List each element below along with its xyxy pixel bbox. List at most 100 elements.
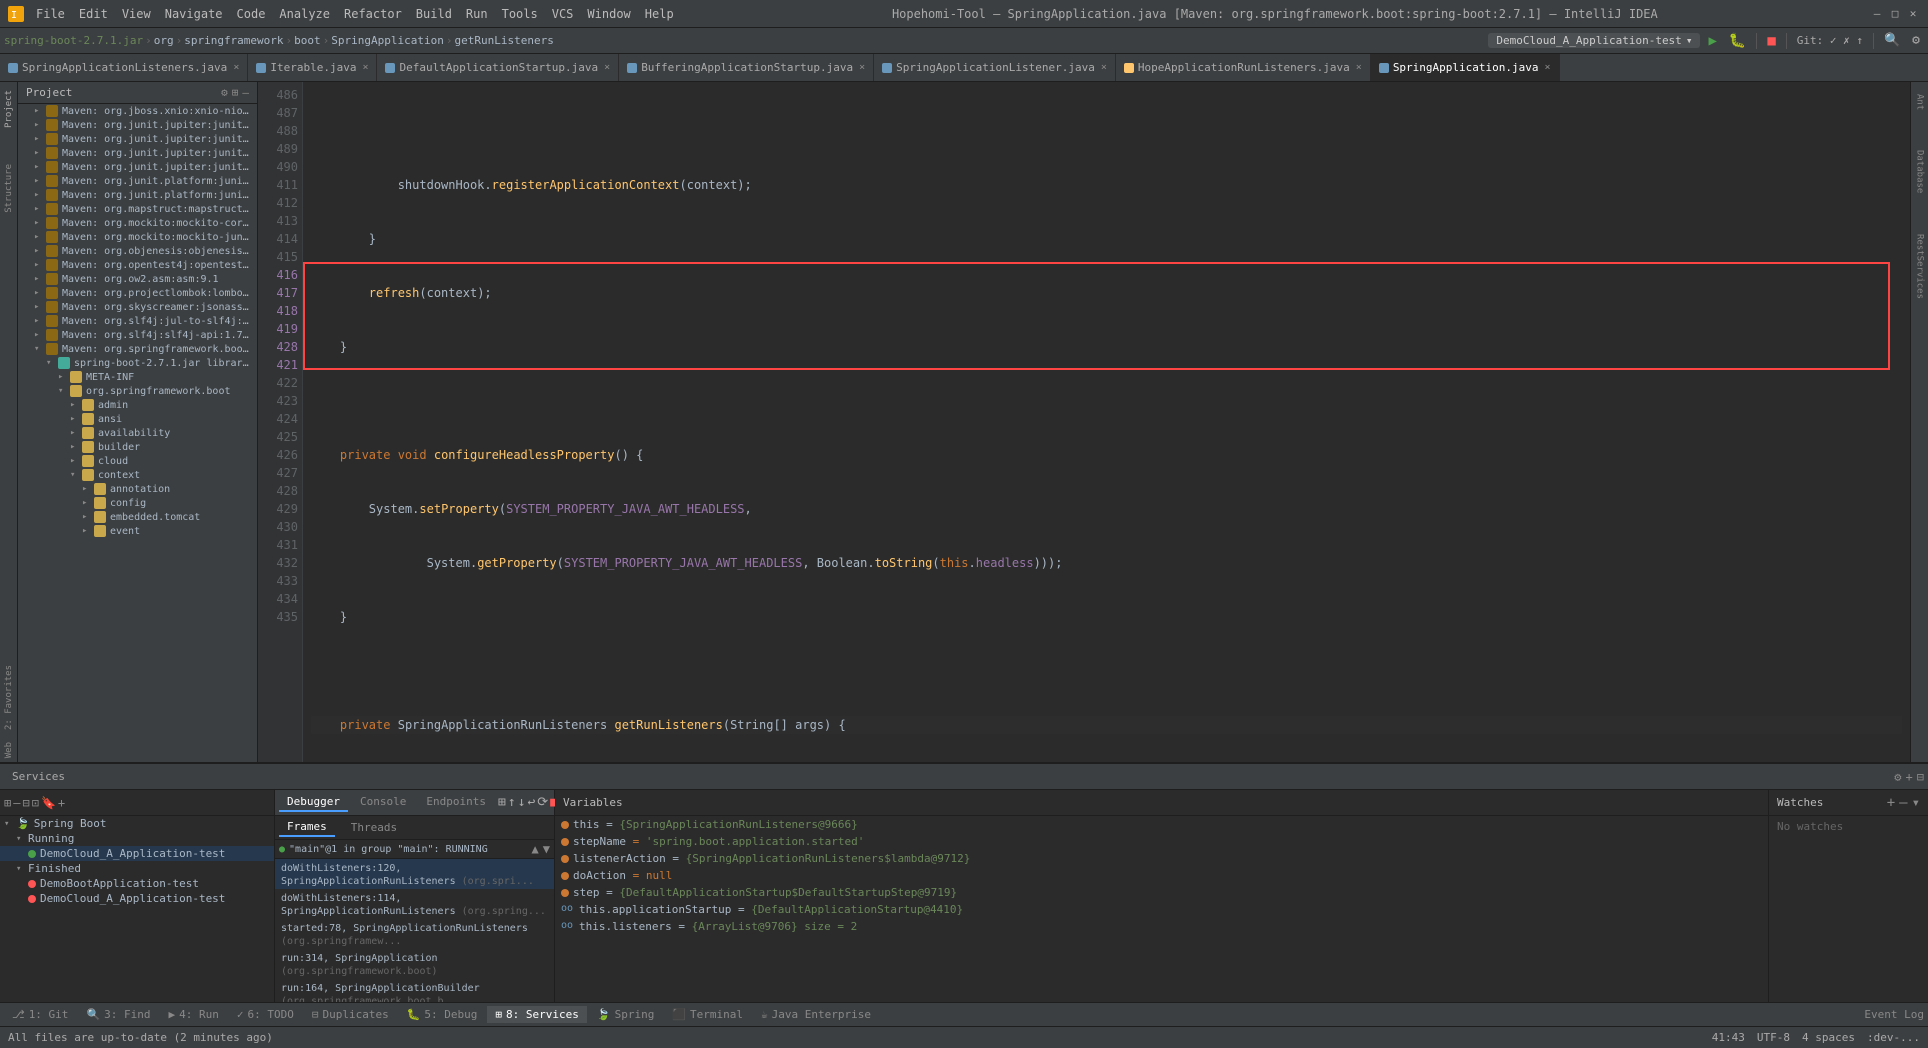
menu-refactor[interactable]: Refactor <box>338 5 408 23</box>
sidebar-item-mockito-core[interactable]: ▸ Maven: org.mockito:mockito-core:4.5.1 <box>18 216 257 230</box>
sidebar-item-admin[interactable]: ▸ admin <box>18 398 257 412</box>
bottom-tab-debug[interactable]: 🐛 5: Debug <box>399 1006 486 1023</box>
structure-rail-icon[interactable]: Structure <box>4 160 14 217</box>
tab-spring-application[interactable]: SpringApplication.java × <box>1371 54 1560 81</box>
git-branch-label[interactable]: :dev-... <box>1867 1031 1920 1044</box>
menu-help[interactable]: Help <box>639 5 680 23</box>
debug-icon1[interactable]: ⊞ <box>498 795 506 810</box>
menu-navigate[interactable]: Navigate <box>159 5 229 23</box>
debug-icon3[interactable]: ↓ <box>518 795 526 810</box>
maximize-button[interactable]: □ <box>1888 7 1902 21</box>
sidebar-item-config[interactable]: ▸ config <box>18 496 257 510</box>
var-this-app-startup[interactable]: oo this.applicationStartup = {DefaultApp… <box>555 901 1768 918</box>
breadcrumb-part-0[interactable]: spring-boot-2.7.1.jar <box>4 34 143 47</box>
sidebar-item-mockito-junit[interactable]: ▸ Maven: org.mockito:mockito-junit-jupit… <box>18 230 257 244</box>
menu-edit[interactable]: Edit <box>73 5 114 23</box>
sidebar-item-junit-jupiter-params[interactable]: ▸ Maven: org.junit.jupiter:junit-jupiter… <box>18 160 257 174</box>
sidebar-collapse-icon[interactable]: — <box>242 86 249 99</box>
watches-expand-button[interactable]: ▾ <box>1912 795 1920 811</box>
web-rail-icon[interactable]: Web <box>4 742 14 758</box>
line-separator-label[interactable]: 4 spaces <box>1802 1031 1855 1044</box>
sidebar-item-opentest4j[interactable]: ▸ Maven: org.opentest4j:opentest4j:1.2.0 <box>18 258 257 272</box>
services-spring-boot[interactable]: ▾ 🍃 Spring Boot <box>0 816 274 831</box>
frame-3[interactable]: run:314, SpringApplication (org.springfr… <box>275 949 554 979</box>
debug-icon2[interactable]: ↑ <box>508 795 516 810</box>
thread-nav-down[interactable]: ▼ <box>543 842 550 856</box>
var-step-name[interactable]: stepName = 'spring.boot.application.star… <box>555 833 1768 850</box>
event-log-button[interactable]: Event Log <box>1864 1008 1924 1021</box>
sidebar-item-context[interactable]: ▾ context <box>18 468 257 482</box>
sidebar-item-availability[interactable]: ▸ availability <box>18 426 257 440</box>
sidebar-item-slf4j-api[interactable]: ▸ Maven: org.slf4j:slf4j-api:1.7.36 <box>18 328 257 342</box>
frame-0[interactable]: doWithListeners:120, SpringApplicationRu… <box>275 859 554 889</box>
sidebar-item-ansi[interactable]: ▸ ansi <box>18 412 257 426</box>
tab-close-icon[interactable]: × <box>233 62 239 73</box>
services-filter-icon[interactable]: ⊡ <box>32 796 39 810</box>
tab-hope-app-run-listeners[interactable]: HopeApplicationRunListeners.java × <box>1116 54 1371 81</box>
database-icon[interactable]: Database <box>1913 142 1927 201</box>
tab-iterable[interactable]: Iterable.java × <box>248 54 377 81</box>
sidebar-item-asm[interactable]: ▸ Maven: org.ow2.asm:asm:9.1 <box>18 272 257 286</box>
sidebar-item-lombok[interactable]: ▸ Maven: org.projectlombok:lombok:1.18.2… <box>18 286 257 300</box>
services-settings-icon[interactable]: ⚙ <box>1894 770 1901 784</box>
menu-vcs[interactable]: VCS <box>546 5 580 23</box>
breadcrumb-part-1[interactable]: org <box>154 34 174 47</box>
settings-button[interactable]: ⚙ <box>1908 32 1924 49</box>
tab-close-icon[interactable]: × <box>604 62 610 73</box>
search-everywhere-button[interactable]: 🔍 <box>1880 32 1904 49</box>
services-democlouda-running[interactable]: DemoCloud_A_Application-test <box>0 846 274 861</box>
var-this-listeners[interactable]: oo this.listeners = {ArrayList@9706} siz… <box>555 918 1768 935</box>
menu-code[interactable]: Code <box>231 5 272 23</box>
favorites-rail-icon[interactable]: 2: Favorites <box>4 661 14 734</box>
code-editor[interactable]: 486 487 488 489 490 411 412 413 414 415 … <box>258 82 1910 762</box>
breadcrumb-part-3[interactable]: boot <box>294 34 321 47</box>
sidebar-item-junit-jupiter[interactable]: ▸ Maven: org.junit.jupiter:junit-jupiter… <box>18 118 257 132</box>
tab-buffering-app-startup[interactable]: BufferingApplicationStartup.java × <box>619 54 874 81</box>
sidebar-item-spring-boot-jar[interactable]: ▾ spring-boot-2.7.1.jar library root <box>18 356 257 370</box>
sidebar-item-xnio[interactable]: ▸ Maven: org.jboss.xnio:xnio-nio:3.8.7.F… <box>18 104 257 118</box>
bottom-tab-find[interactable]: 🔍 3: Find <box>78 1006 158 1023</box>
sidebar-item-meta-inf[interactable]: ▸ META-INF <box>18 370 257 384</box>
menu-tools[interactable]: Tools <box>496 5 544 23</box>
debug-icon4[interactable]: ↩ <box>527 795 535 810</box>
tab-close-icon[interactable]: × <box>1101 62 1107 73</box>
sidebar-item-jsonassert[interactable]: ▸ Maven: org.skyscreamer:jsonassert:1.5.… <box>18 300 257 314</box>
var-listener-action[interactable]: listenerAction = {SpringApplicationRunLi… <box>555 850 1768 867</box>
code-content[interactable]: shutdownHook.registerApplicationContext(… <box>303 82 1910 762</box>
encoding-label[interactable]: UTF-8 <box>1757 1031 1790 1044</box>
breadcrumb-part-4[interactable]: SpringApplication <box>331 34 444 47</box>
frame-4[interactable]: run:164, SpringApplicationBuilder (org.s… <box>275 979 554 1002</box>
threads-tab[interactable]: Threads <box>343 819 405 836</box>
sidebar-expand-icon[interactable]: ⊞ <box>232 86 239 99</box>
sidebar-item-objenesis[interactable]: ▸ Maven: org.objenesis:objenesis:2.6 <box>18 244 257 258</box>
tab-close-icon[interactable]: × <box>859 62 865 73</box>
thread-nav-up[interactable]: ▲ <box>532 842 539 856</box>
menu-run[interactable]: Run <box>460 5 494 23</box>
tab-default-app-startup[interactable]: DefaultApplicationStartup.java × <box>377 54 619 81</box>
menu-build[interactable]: Build <box>410 5 458 23</box>
sidebar-settings-icon[interactable]: ⚙ <box>221 86 228 99</box>
watches-collapse-button[interactable]: — <box>1899 795 1907 811</box>
debugger-tab[interactable]: Debugger <box>279 793 348 812</box>
restservices-icon[interactable]: RestServices <box>1913 226 1927 307</box>
menu-analyze[interactable]: Analyze <box>273 5 336 23</box>
sidebar-item-embedded-tomcat[interactable]: ▸ embedded.tomcat <box>18 510 257 524</box>
thread-selector[interactable]: ● "main"@1 in group "main": RUNNING ▲ ▼ <box>275 840 554 859</box>
sidebar-item-junit-jupiter-api[interactable]: ▸ Maven: org.junit.jupiter:junit-jupiter… <box>18 132 257 146</box>
bottom-tab-spring[interactable]: 🍃 Spring <box>589 1006 662 1023</box>
sidebar-item-annotation[interactable]: ▸ annotation <box>18 482 257 496</box>
var-this[interactable]: this = {SpringApplicationRunListeners@96… <box>555 816 1768 833</box>
bottom-tab-services[interactable]: ⊞ 8: Services <box>487 1006 586 1023</box>
services-add-icon[interactable]: + <box>1906 770 1913 784</box>
debug-icon5[interactable]: ⟳ <box>537 795 548 810</box>
sidebar-item-junit-platform-commons[interactable]: ▸ Maven: org.junit.platform:junit-platfo… <box>18 174 257 188</box>
bottom-tab-terminal[interactable]: ⬛ Terminal <box>664 1006 751 1023</box>
tab-close-icon[interactable]: × <box>1356 62 1362 73</box>
services-running[interactable]: ▾ Running <box>0 831 274 846</box>
close-button[interactable]: ✕ <box>1906 7 1920 21</box>
tab-close-icon[interactable]: × <box>1545 62 1551 73</box>
frames-tab[interactable]: Frames <box>279 818 335 837</box>
sidebar-item-event[interactable]: ▸ event <box>18 524 257 538</box>
services-collapse-all[interactable]: — <box>13 796 20 810</box>
sidebar-item-mapstruct[interactable]: ▸ Maven: org.mapstruct:mapstruct:1.3.1.F… <box>18 202 257 216</box>
